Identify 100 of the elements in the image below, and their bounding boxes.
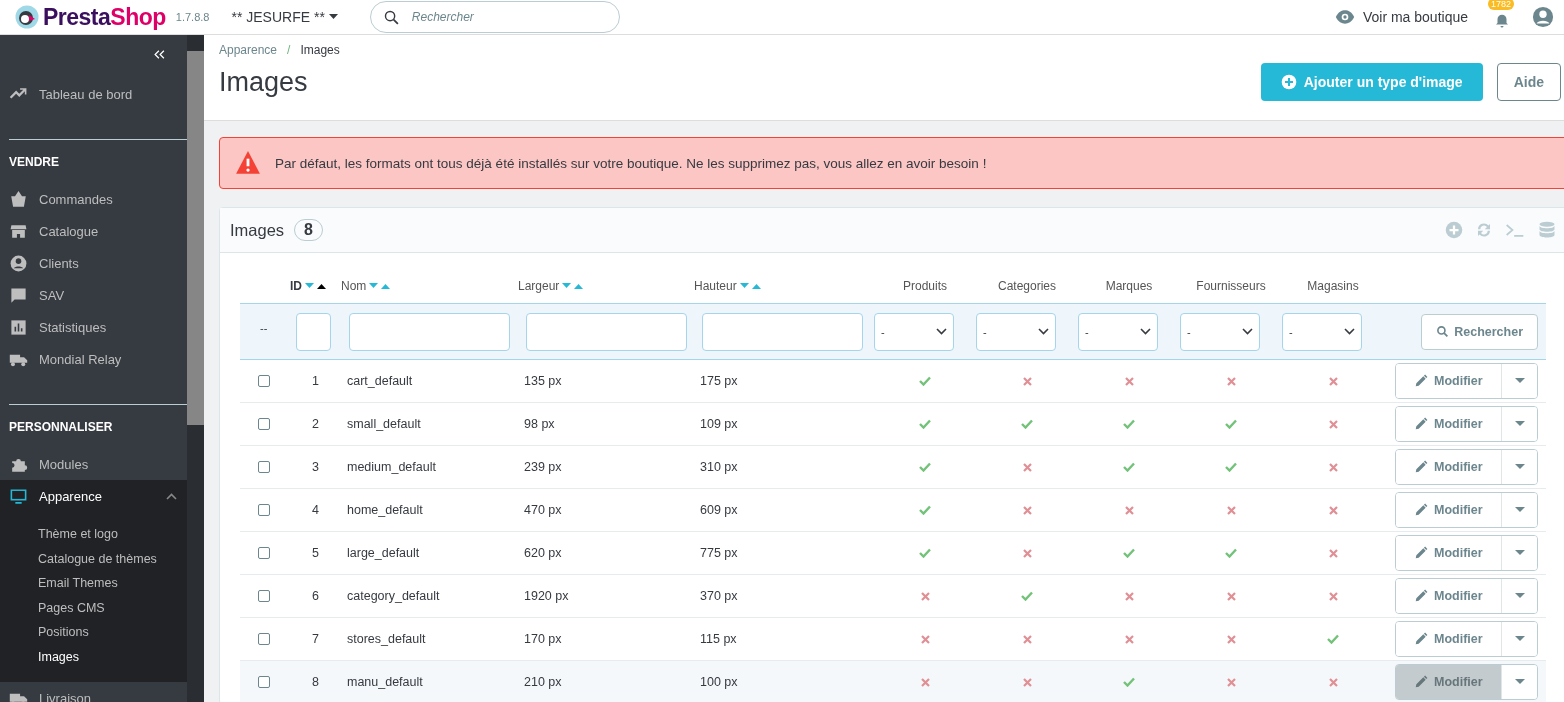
row-checkbox[interactable] bbox=[258, 504, 270, 516]
menu-icon bbox=[9, 317, 28, 337]
plus-circle-icon bbox=[1445, 221, 1463, 239]
table-cell-text: cart_default bbox=[346, 374, 414, 388]
scrollbar-thumb[interactable] bbox=[187, 51, 204, 425]
sort-up-icon[interactable] bbox=[317, 283, 326, 289]
column-header[interactable]: Nom bbox=[341, 279, 367, 293]
sidebar-item[interactable]: Mondial Relay bbox=[0, 343, 187, 375]
caret-icon bbox=[1514, 550, 1525, 556]
column-header: Marques bbox=[1105, 279, 1153, 293]
sidebar-subitem[interactable]: Email Themes bbox=[38, 571, 187, 596]
version-label: 1.7.8.8 bbox=[175, 11, 210, 23]
sidebar-subitem[interactable]: Thème et logo bbox=[38, 522, 187, 547]
help-button[interactable]: Aide bbox=[1496, 63, 1561, 101]
table-cell-text: stores_default bbox=[346, 632, 427, 646]
sidebar-item[interactable]: Apparence bbox=[0, 480, 187, 512]
sidebar-item[interactable]: Clients bbox=[0, 247, 187, 279]
logo-text: PrestaShop bbox=[43, 3, 166, 31]
refresh-icon bbox=[1475, 221, 1493, 239]
caret-icon bbox=[1514, 593, 1525, 599]
filter-select[interactable]: - bbox=[874, 312, 954, 351]
sort-down-icon[interactable] bbox=[562, 283, 572, 289]
table-cell-text: 370 px bbox=[699, 589, 739, 603]
search-button[interactable]: Rechercher bbox=[1421, 313, 1538, 350]
table-cell-text: 310 px bbox=[699, 460, 739, 474]
table-cell-text: large_default bbox=[346, 546, 421, 560]
table-cell-text: 470 px bbox=[523, 503, 563, 517]
table-cell-text: 170 px bbox=[523, 632, 563, 646]
table-cell-text: 135 px bbox=[523, 374, 563, 388]
sidebar-item[interactable]: Catalogue bbox=[0, 215, 187, 247]
column-header: Fournisseurs bbox=[1196, 279, 1266, 293]
dropdown-toggle[interactable] bbox=[1501, 665, 1537, 699]
menu-icon bbox=[9, 189, 28, 209]
filter-field[interactable] bbox=[526, 312, 687, 351]
sidebar-subitem[interactable]: Images bbox=[38, 644, 187, 669]
column-header[interactable]: Largeur bbox=[518, 279, 560, 293]
sidebar-subitem[interactable]: Positions bbox=[38, 620, 187, 645]
menu-icon bbox=[9, 486, 28, 506]
row-checkbox[interactable] bbox=[258, 418, 270, 430]
eye-icon bbox=[1334, 7, 1355, 27]
sidebar-heading: PERSONNALISER bbox=[9, 419, 114, 436]
row-checkbox[interactable] bbox=[258, 461, 270, 473]
filter-field[interactable] bbox=[702, 312, 863, 351]
sidebar-item[interactable]: Commandes bbox=[0, 183, 187, 215]
row-checkbox[interactable] bbox=[258, 676, 270, 688]
sidebar-item[interactable]: Statistiques bbox=[0, 311, 187, 343]
table-cell-text: 239 px bbox=[523, 460, 563, 474]
pencil-icon bbox=[1414, 374, 1428, 388]
row-checkbox[interactable] bbox=[258, 633, 270, 645]
dropdown-toggle[interactable] bbox=[1501, 579, 1537, 613]
table-cell-text: 2 bbox=[311, 417, 320, 431]
table-cell-text: 6 bbox=[311, 589, 320, 603]
panel-title: Images bbox=[230, 220, 285, 240]
sidebar-item[interactable]: Tableau de bord bbox=[0, 78, 187, 110]
search-icon bbox=[1436, 325, 1450, 338]
filter-field[interactable] bbox=[349, 312, 510, 351]
table-cell-text: 5 bbox=[311, 546, 320, 560]
double-chevron-left-icon bbox=[152, 47, 167, 62]
filter-select[interactable]: - bbox=[1180, 312, 1260, 351]
chevron-up-icon[interactable] bbox=[166, 492, 177, 500]
column-header: Categories bbox=[998, 279, 1056, 293]
pencil-icon bbox=[1414, 460, 1428, 474]
database-icon bbox=[1537, 220, 1557, 240]
filter-select[interactable]: - bbox=[1078, 312, 1158, 351]
dropdown-toggle[interactable] bbox=[1501, 622, 1537, 656]
chevron-down-icon bbox=[1038, 328, 1049, 335]
filter-field[interactable] bbox=[296, 312, 331, 351]
filter-select[interactable]: - bbox=[1282, 312, 1362, 351]
filter-select[interactable]: - bbox=[976, 312, 1056, 351]
dropdown-toggle[interactable] bbox=[1501, 536, 1537, 570]
column-header[interactable]: Hauteur bbox=[694, 279, 737, 293]
caret-icon bbox=[1514, 636, 1525, 642]
table-cell-text: home_default bbox=[346, 503, 424, 517]
sort-down-icon[interactable] bbox=[369, 283, 379, 289]
sidebar-subitem[interactable]: Catalogue de thèmes bbox=[38, 546, 187, 571]
column-header[interactable]: ID bbox=[290, 279, 302, 293]
breadcrumb-item[interactable]: Apparence bbox=[219, 43, 278, 57]
view-shop-link[interactable]: Voir ma boutique bbox=[1334, 7, 1468, 27]
sidebar-item[interactable]: Modules bbox=[0, 448, 187, 480]
row-checkbox[interactable] bbox=[258, 590, 270, 602]
table-cell-text: 7 bbox=[311, 632, 320, 646]
dropdown-toggle[interactable] bbox=[1501, 493, 1537, 527]
dropdown-toggle[interactable] bbox=[1501, 450, 1537, 484]
dropdown-toggle[interactable] bbox=[1501, 364, 1537, 398]
pencil-icon bbox=[1414, 675, 1428, 689]
pencil-icon bbox=[1414, 589, 1428, 603]
row-checkbox[interactable] bbox=[258, 375, 270, 387]
table-cell-text: medium_default bbox=[346, 460, 437, 474]
dropdown-toggle[interactable] bbox=[1501, 407, 1537, 441]
caret-icon bbox=[328, 14, 338, 20]
sidebar-item[interactable]: Livraison bbox=[0, 682, 187, 702]
sort-down-icon[interactable] bbox=[739, 283, 749, 289]
sidebar-item[interactable]: SAV bbox=[0, 279, 187, 311]
search-input[interactable]: Rechercher bbox=[409, 9, 594, 25]
shop-selector[interactable]: ** JESURFE ** bbox=[231, 9, 338, 25]
caret-icon bbox=[1514, 464, 1525, 470]
plus-circle-icon bbox=[1280, 74, 1297, 90]
row-checkbox[interactable] bbox=[258, 547, 270, 559]
sort-down-icon[interactable] bbox=[305, 283, 314, 289]
sidebar-subitem[interactable]: Pages CMS bbox=[38, 595, 187, 620]
